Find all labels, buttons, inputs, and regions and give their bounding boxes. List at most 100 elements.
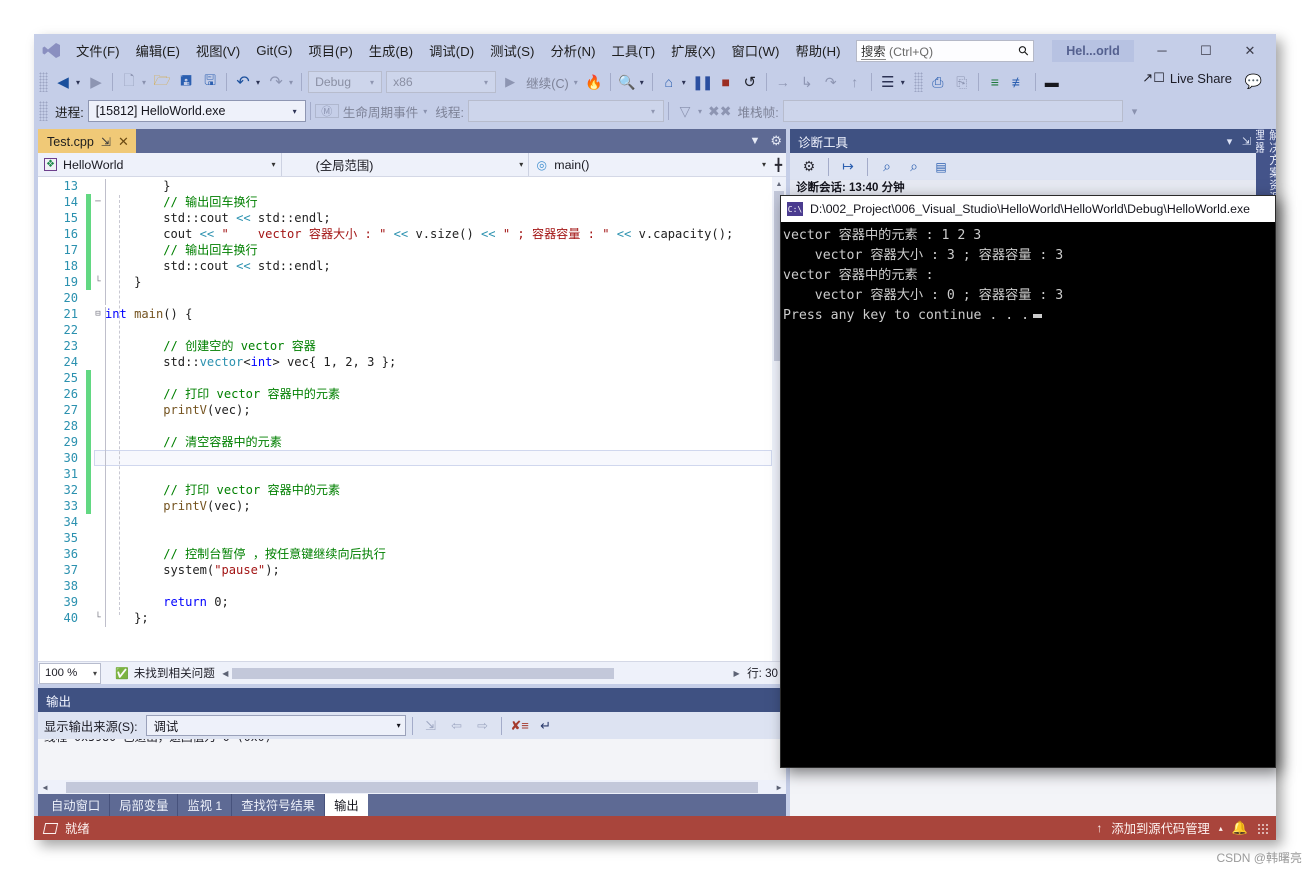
step-into-icon[interactable]: ↳ — [795, 70, 819, 94]
scrollbar-thumb[interactable] — [66, 781, 758, 793]
find-next-message-icon[interactable]: ⇨ — [471, 715, 495, 737]
output-source-select[interactable]: 调试 ▾ — [145, 715, 406, 736]
lifecycle-events-label[interactable]: 生命周期事件 — [339, 102, 423, 121]
open-output-file-icon[interactable]: ⇲ — [419, 715, 443, 737]
increase-indent-icon[interactable]: ≡ — [983, 70, 1007, 94]
navigate-back-icon[interactable]: ◀ — [51, 70, 75, 94]
scrollbar-thumb[interactable] — [231, 667, 614, 679]
restart-icon[interactable]: ↺ — [738, 70, 762, 94]
output-horizontal-scrollbar[interactable]: ◀ ▶ — [38, 780, 786, 794]
scroll-left-icon[interactable]: ◀ — [38, 783, 52, 792]
zoom-level-select[interactable]: 100 % ▾ — [39, 662, 101, 684]
scroll-right-icon[interactable]: ▶ — [730, 669, 743, 678]
save-all-icon[interactable]: 🖫 — [198, 70, 222, 94]
scrollbar-track[interactable] — [231, 667, 731, 679]
feedback-icon[interactable]: 💬 — [1245, 73, 1262, 90]
find-prev-message-icon[interactable]: ⇦ — [445, 715, 469, 737]
scroll-left-icon[interactable]: ◀ — [219, 669, 232, 678]
graph-icon[interactable]: ▤ — [929, 156, 953, 178]
break-all-icon[interactable]: ❚❚ — [690, 70, 714, 94]
redo-icon[interactable]: ↷ — [264, 70, 288, 94]
menu-item-edit[interactable]: 编辑(E) — [128, 34, 188, 67]
code-editor-surface[interactable]: 13 } 14 ─ // 输出回车换行 15 std::cout << std::en… — [38, 177, 786, 661]
process-select[interactable]: [15812] HelloWorld.exe ▾ — [87, 100, 306, 122]
clear-output-icon[interactable]: ✘≡ — [508, 715, 532, 737]
chevron-down-icon[interactable]: ▼ — [749, 135, 760, 147]
lifecycle-icon[interactable]: Ⓜ — [314, 104, 339, 118]
flag-threads-icon[interactable]: ✖✖ — [706, 99, 733, 123]
uncomment-selection-icon[interactable]: ⎘ — [950, 70, 974, 94]
save-icon[interactable]: 🖪 — [174, 70, 198, 94]
pin-icon[interactable]: ⇲ — [101, 135, 111, 149]
fold-marker-icon[interactable]: ⊟ — [91, 306, 105, 322]
minimize-button[interactable]: ─ — [1140, 34, 1184, 67]
filter-caret-icon[interactable]: ▾ — [697, 107, 706, 116]
menu-item-git[interactable]: Git(G) — [248, 34, 300, 67]
show-next-caret-icon[interactable]: ▾ — [681, 78, 690, 87]
menu-item-build[interactable]: 生成(B) — [361, 34, 421, 67]
dock-tab[interactable]: 监视 1 — [178, 794, 233, 816]
dock-tab[interactable]: 查找符号结果 — [232, 794, 326, 816]
pin-icon[interactable]: ⇲ — [1238, 135, 1255, 148]
decrease-indent-icon[interactable]: ≢ — [1007, 70, 1031, 94]
close-button[interactable]: ✕ — [1228, 34, 1272, 67]
dock-tab[interactable]: 输出 — [325, 794, 368, 816]
zoom-in-icon[interactable]: ⌕ — [875, 156, 899, 178]
menu-item-extensions[interactable]: 扩展(X) — [663, 34, 723, 67]
show-next-statement-arrow-icon[interactable]: → — [771, 70, 795, 94]
output-text-area[interactable]: 线程 0x5980 已退出，返回值为 0 (0x0) ◀ ▶ — [38, 739, 786, 794]
continue-caret-icon[interactable]: ▾ — [573, 78, 582, 87]
close-icon[interactable]: ✕ — [118, 134, 129, 150]
undo-icon[interactable]: ↶ — [231, 70, 255, 94]
fold-marker-icon[interactable]: └ — [91, 610, 105, 626]
navigate-back-caret-icon[interactable]: ▾ — [75, 78, 84, 87]
threads-icon[interactable]: ☰ — [876, 70, 900, 94]
navbar-scope-select[interactable]: (全局范围) ▾ — [282, 153, 530, 176]
continue-play-icon[interactable]: ▶ — [498, 70, 522, 94]
menu-item-debug[interactable]: 调试(D) — [421, 34, 482, 67]
navbar-project-select[interactable]: ❖ HelloWorld ▾ — [38, 153, 282, 176]
menu-item-help[interactable]: 帮助(H) — [787, 34, 848, 67]
new-item-caret-icon[interactable]: ▾ — [141, 78, 150, 87]
continue-button[interactable]: 继续(C) — [522, 73, 573, 92]
redo-caret-icon[interactable]: ▾ — [288, 78, 297, 87]
chevron-down-icon[interactable]: ▾ — [1221, 135, 1238, 148]
step-over-icon[interactable]: ↷ — [819, 70, 843, 94]
menu-item-window[interactable]: 窗口(W) — [723, 34, 787, 67]
project-chip[interactable]: Hel...orld — [1052, 40, 1134, 62]
lifecycle-caret-icon[interactable]: ▾ — [422, 107, 431, 116]
solution-configuration-select[interactable]: Debug ▾ — [308, 71, 383, 93]
zoom-out-icon[interactable]: ⌕ — [902, 156, 926, 178]
toggle-word-wrap-icon[interactable]: ↵ — [534, 715, 558, 737]
split-editor-icon[interactable]: ╋ — [771, 153, 786, 176]
stop-debugging-icon[interactable]: ■ — [714, 70, 738, 94]
console-window[interactable]: C:\ D:\002_Project\006_Visual_Studio\Hel… — [780, 195, 1276, 768]
filter-threads-icon[interactable]: ▽ — [673, 99, 697, 123]
undo-caret-icon[interactable]: ▾ — [255, 78, 264, 87]
console-titlebar[interactable]: C:\ D:\002_Project\006_Visual_Studio\Hel… — [781, 196, 1275, 222]
notification-bell-icon[interactable]: 🔔 — [1232, 820, 1248, 836]
toolbar-grip-icon[interactable] — [39, 72, 48, 92]
toolbar-grip-icon[interactable] — [39, 101, 48, 121]
toolbar-overflow-icon[interactable]: ▾ — [1131, 105, 1142, 118]
scroll-up-icon[interactable]: ▲ — [772, 177, 786, 191]
maximize-button[interactable]: ☐ — [1184, 34, 1228, 67]
dock-tab[interactable]: 自动窗口 — [42, 794, 111, 816]
navbar-member-select[interactable]: ◎ main() ▾ — [529, 153, 771, 176]
search-input[interactable]: 搜索 (Ctrl+Q) ⚲ — [856, 40, 1034, 62]
toggle-bookmark-icon[interactable]: ▬ — [1040, 70, 1064, 94]
fold-marker-icon[interactable]: └ — [91, 274, 105, 290]
menu-item-project[interactable]: 项目(P) — [300, 34, 360, 67]
menu-item-view[interactable]: 视图(V) — [188, 34, 248, 67]
menu-item-test[interactable]: 测试(S) — [482, 34, 542, 67]
attach-to-process-icon[interactable]: 🔍 — [615, 70, 639, 94]
attach-caret-icon[interactable]: ▾ — [639, 78, 648, 87]
menu-item-analyze[interactable]: 分析(N) — [542, 34, 603, 67]
comment-selection-icon[interactable]: ⎙ — [926, 70, 950, 94]
scroll-right-icon[interactable]: ▶ — [772, 783, 786, 792]
menu-item-file[interactable]: 文件(F) — [68, 34, 128, 67]
menu-item-tools[interactable]: 工具(T) — [604, 34, 664, 67]
step-out-icon[interactable]: ↑ — [843, 70, 867, 94]
tab-test-cpp[interactable]: Test.cpp ⇲ ✕ — [38, 129, 136, 153]
show-next-statement-icon[interactable]: ⌂ — [657, 70, 681, 94]
